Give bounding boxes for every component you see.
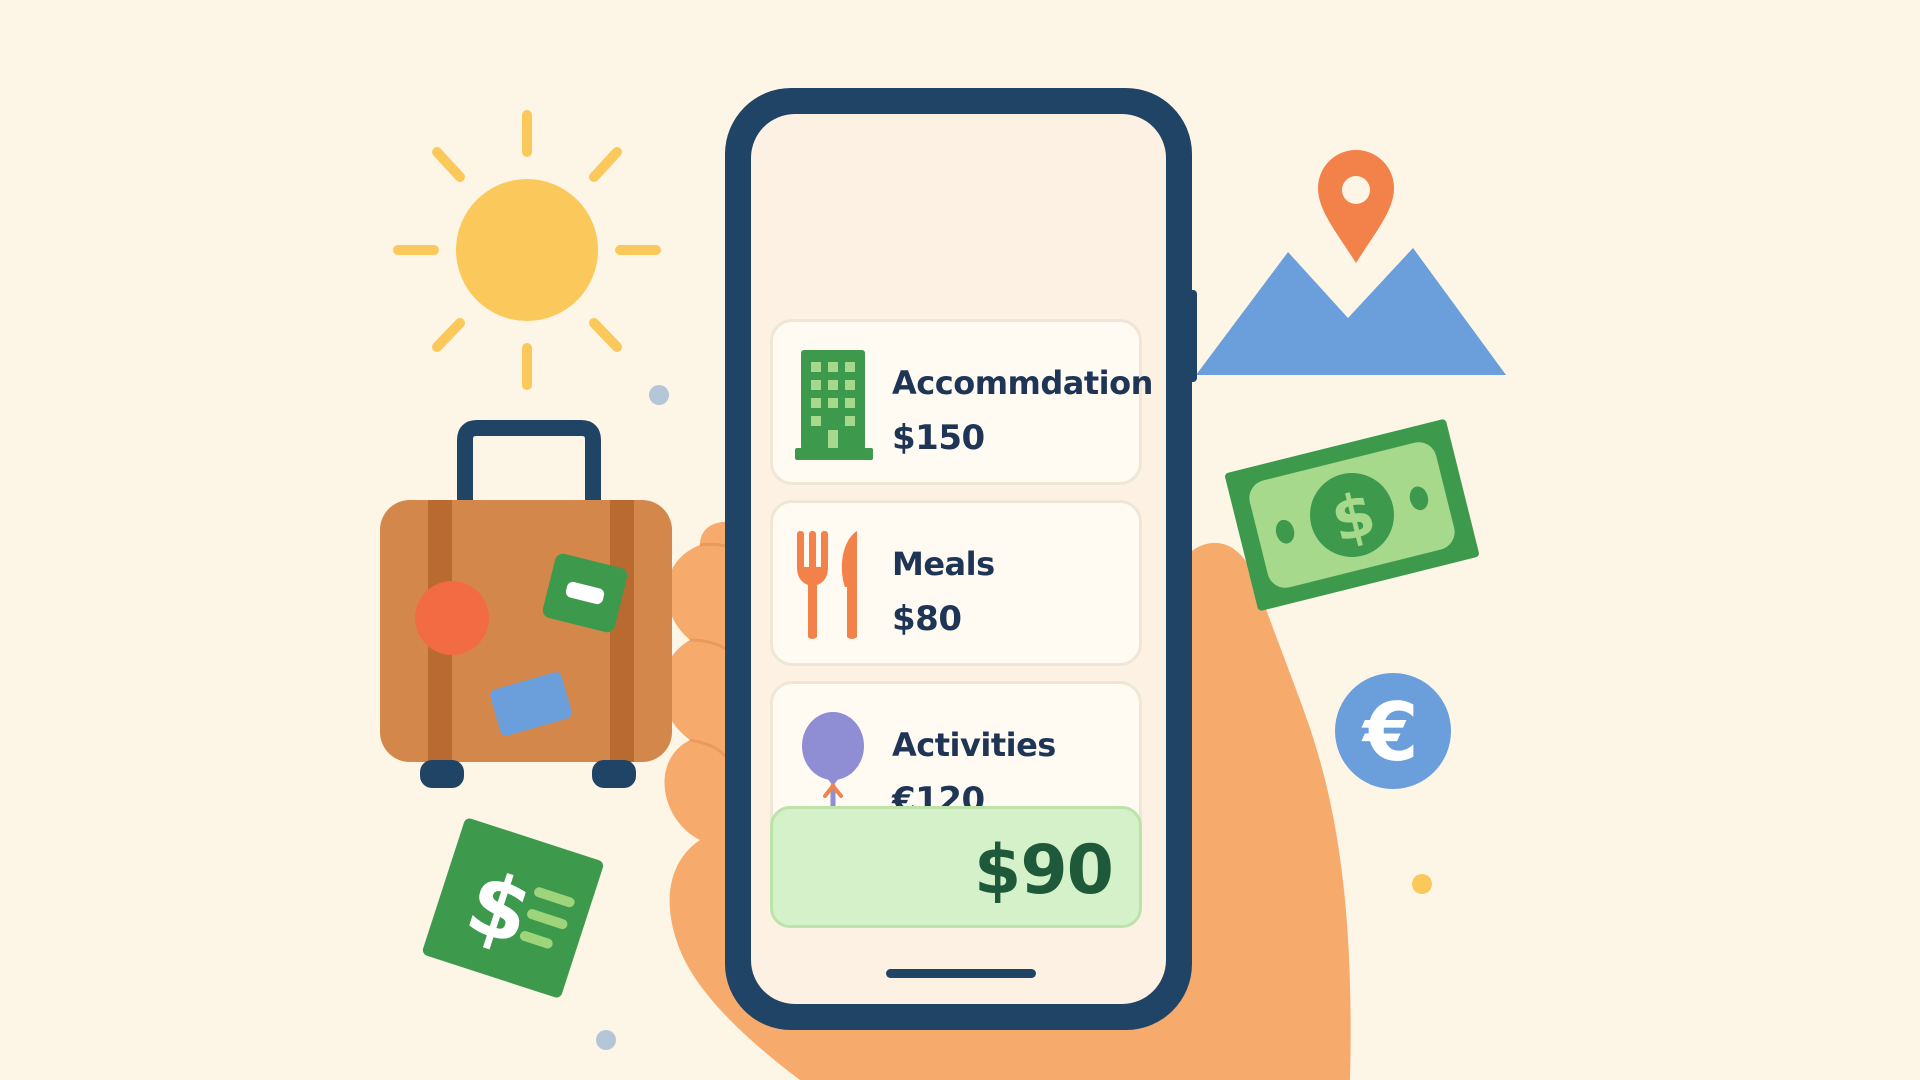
expense-label: Meals xyxy=(892,545,995,583)
euro-coin-symbol: € xyxy=(1361,686,1419,779)
decor-dot xyxy=(1412,874,1432,894)
remaining-total-panel[interactable]: $90 xyxy=(770,806,1142,928)
decor-dot xyxy=(649,385,669,405)
euro-coin-icon: € xyxy=(1335,673,1451,789)
suitcase-icon xyxy=(380,420,672,788)
banknote-icon: $ xyxy=(1225,419,1479,611)
hotel-building-icon xyxy=(795,350,873,460)
phone-screen: Accommdation $150 Meals $80 Activities €… xyxy=(751,114,1166,1004)
location-pin-icon xyxy=(1318,150,1394,263)
fork-knife-icon xyxy=(797,531,857,639)
sun-icon xyxy=(393,110,661,390)
expense-amount: $150 xyxy=(892,418,985,458)
decor-dot xyxy=(596,1030,616,1050)
phone-frame: Accommdation $150 Meals $80 Activities €… xyxy=(725,88,1192,1030)
expense-label: Accommdation xyxy=(892,364,1153,402)
expense-label: Activities xyxy=(892,726,1056,764)
expense-card-meals[interactable]: Meals $80 xyxy=(770,500,1142,666)
dollar-receipt-icon: $ xyxy=(422,818,604,998)
remaining-total-amount: $90 xyxy=(974,831,1114,910)
expense-card-accommodation[interactable]: Accommdation $150 xyxy=(770,319,1153,485)
expense-amount: $80 xyxy=(892,599,962,639)
mountains-icon xyxy=(1196,248,1506,375)
home-indicator[interactable] xyxy=(886,969,1036,978)
